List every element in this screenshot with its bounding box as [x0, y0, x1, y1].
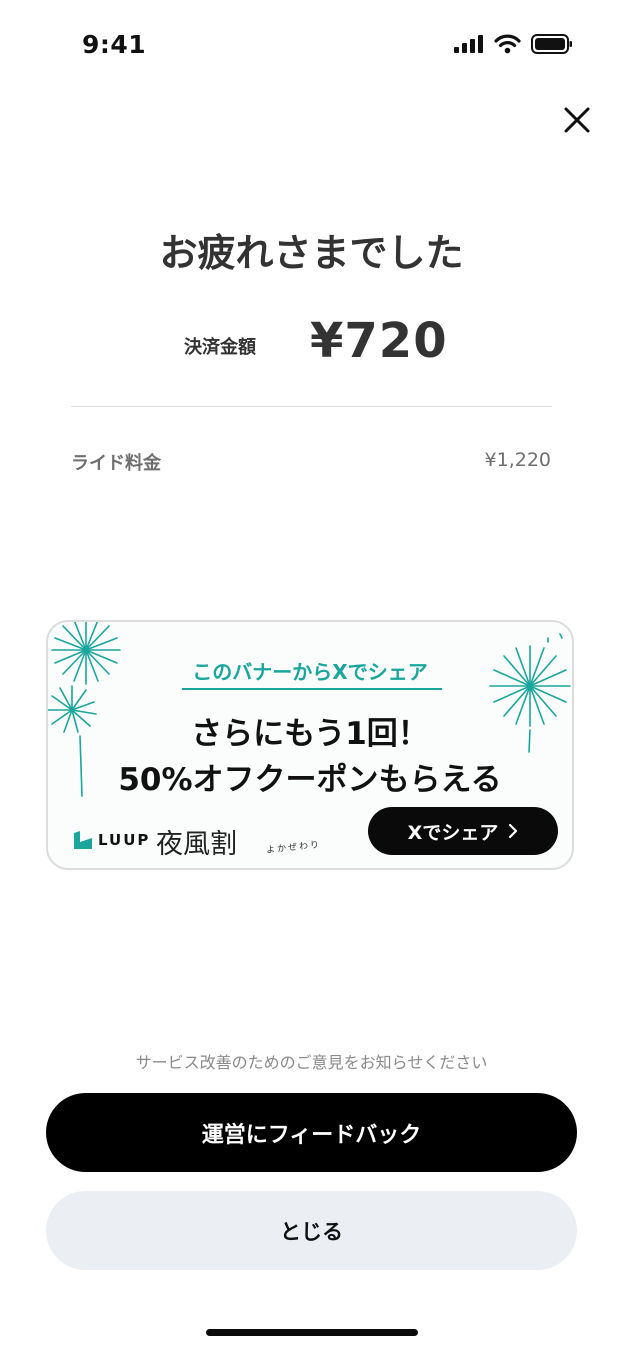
status-time: 9:41: [82, 30, 147, 59]
battery-icon: [531, 34, 572, 54]
banner-headline-underline: [182, 688, 442, 690]
chevron-right-icon: [509, 823, 518, 839]
luup-logo-text: LUUP: [98, 831, 151, 849]
feedback-button-label: 運営にフィードバック: [201, 1122, 422, 1148]
feedback-button[interactable]: 運営にフィードバック: [46, 1093, 577, 1172]
luup-logo: LUUP: [74, 831, 150, 849]
divider: [71, 406, 552, 407]
close-button[interactable]: とじる: [46, 1191, 577, 1270]
status-icons: [454, 34, 573, 54]
banner-main-line-1: さらにもう1回！: [191, 716, 429, 752]
wifi-icon: [494, 34, 521, 54]
close-icon[interactable]: [561, 104, 593, 136]
campaign-name-reading: よかぜわり: [265, 840, 322, 856]
payment-label: 決済金額: [184, 337, 256, 358]
share-campaign-banner[interactable]: このバナーからXでシェア さらにもう1回！ 50%オフクーポンもらえる LUUP…: [46, 620, 574, 870]
ride-fee-value: ¥1,220: [484, 449, 551, 471]
cellular-signal-icon: [454, 35, 483, 53]
share-on-x-label: Xでシェア: [407, 821, 499, 844]
home-indicator[interactable]: [206, 1329, 418, 1336]
luup-logo-icon: [74, 831, 92, 849]
feedback-caption: サービス改善のためのご意見をお知らせください: [135, 1053, 488, 1072]
payment-amount: ¥720: [310, 313, 448, 369]
page-title: お疲れさまでした: [159, 231, 464, 275]
ride-fee-label: ライド料金: [71, 453, 161, 474]
banner-main-line-2: 50%オフクーポンもらえる: [118, 762, 502, 798]
close-button-label: とじる: [280, 1219, 343, 1244]
banner-headline: このバナーからXでシェア: [192, 660, 428, 684]
campaign-name: 夜風割: [156, 829, 237, 860]
share-on-x-button[interactable]: Xでシェア: [368, 807, 558, 855]
